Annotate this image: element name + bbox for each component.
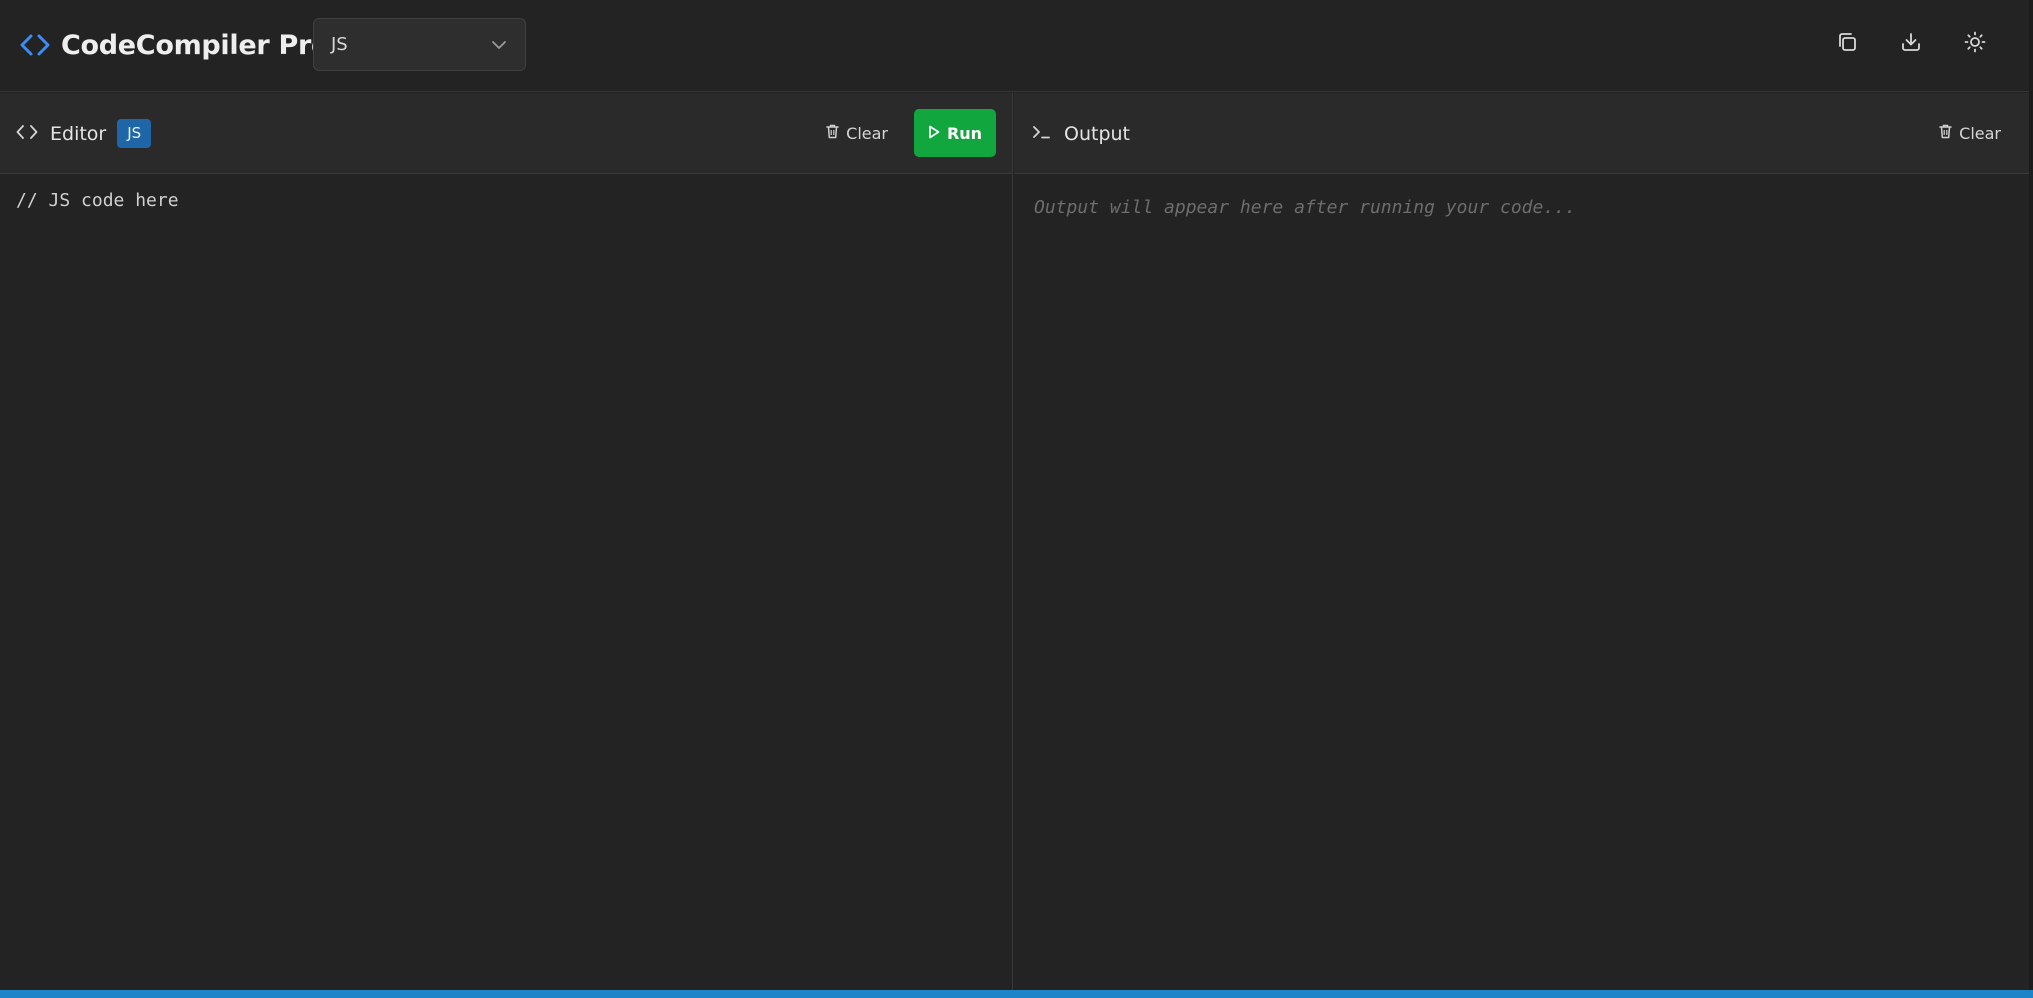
trash-icon [1939,124,1959,143]
status-bar [0,990,2033,998]
output-title: Output [1064,122,1130,145]
editor-actions: Clear Run [814,109,996,157]
output-panel: Output will appear here after running yo… [1014,175,2029,990]
top-bar: CodeCompiler Pro JS [0,0,2033,92]
terminal-icon [1032,123,1052,145]
code-brackets-icon [20,33,50,57]
language-badge: JS [117,119,152,148]
output-title-group: Output [1032,93,1130,174]
output-pane: Output Clear Output will appear here aft… [1014,93,2029,990]
download-button[interactable] [1894,26,1928,62]
editor-clear-label: Clear [846,123,888,143]
editor-header: Editor JS Clear Run [0,93,1012,174]
theme-toggle-button[interactable] [1958,26,1992,62]
header-actions [1830,26,1992,62]
output-clear-label: Clear [1959,123,2001,143]
app-title: CodeCompiler Pro [61,29,330,61]
language-select-value: JS [331,34,348,55]
output-header: Output Clear [1014,93,2029,174]
editor-title: Editor [50,122,107,145]
app-root: CodeCompiler Pro JS Editor JS Clear Run … [0,0,2033,998]
language-select[interactable]: JS [313,18,526,71]
copy-icon [1836,31,1858,57]
code-editor[interactable]: // JS code here [0,175,1012,990]
run-button[interactable]: Run [914,109,996,157]
code-icon [16,123,38,145]
editor-title-group: Editor JS [16,93,152,174]
copy-button[interactable] [1830,26,1864,62]
editor-pane: Editor JS Clear Run // JS code here [0,93,1013,990]
trash-icon [826,124,846,143]
brand: CodeCompiler Pro [20,26,330,64]
sun-icon [1964,31,1986,57]
download-icon [1900,31,1922,57]
output-placeholder: Output will appear here after running yo… [1034,197,1576,218]
output-actions: Clear [1927,109,2013,157]
editor-clear-button[interactable]: Clear [814,109,900,157]
chevron-down-icon [491,35,507,54]
output-clear-button[interactable]: Clear [1927,109,2013,157]
play-icon [928,124,947,143]
window-edge [2029,0,2033,990]
run-label: Run [946,123,983,143]
